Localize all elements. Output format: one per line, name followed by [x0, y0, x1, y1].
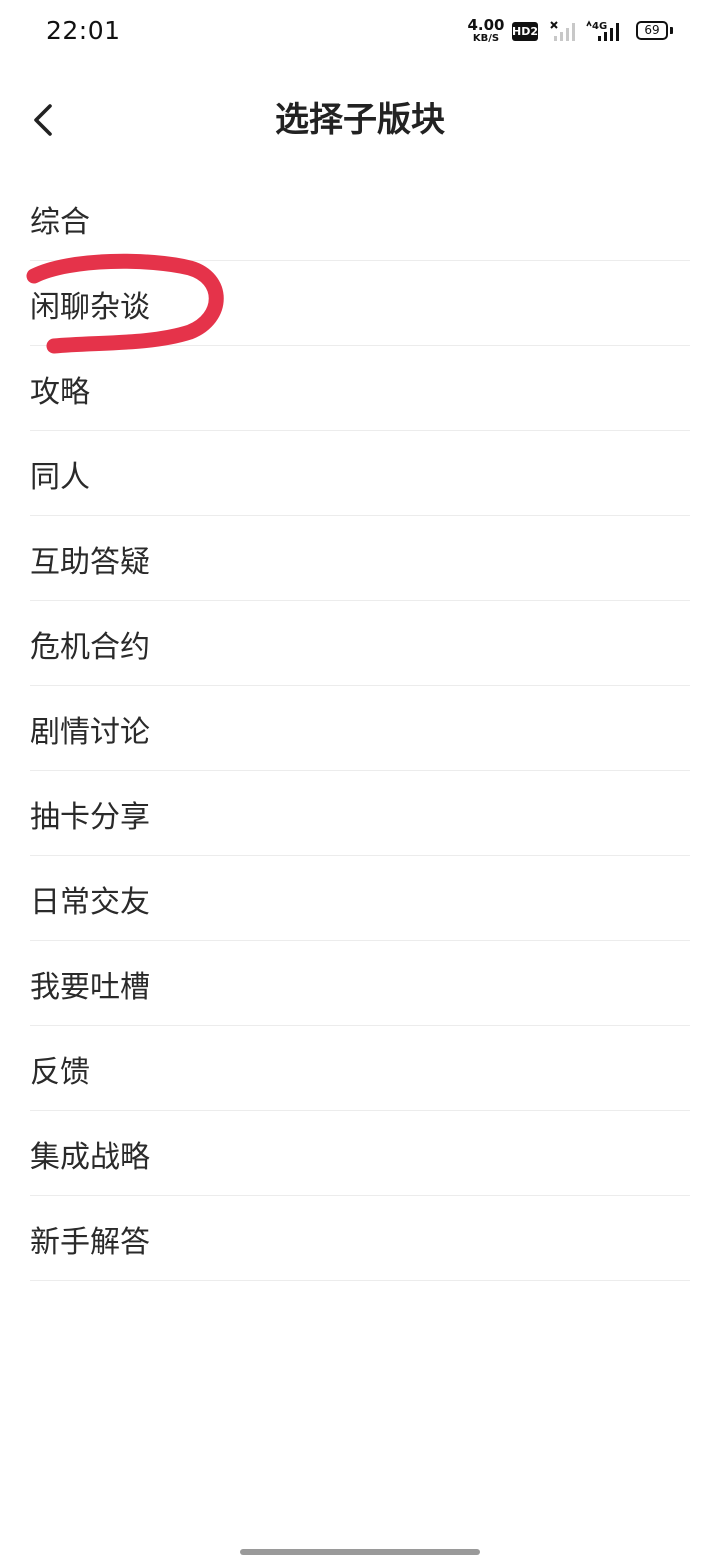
list-item-jicheng[interactable]: 集成战略: [30, 1111, 690, 1196]
list-item-label: 综合: [30, 205, 90, 240]
network-speed: 4.00 KB/S: [466, 18, 506, 44]
list-item-xianliao[interactable]: 闲聊杂谈: [30, 261, 690, 346]
network-type-label: 4G: [592, 21, 607, 32]
status-time: 22:01: [46, 16, 121, 45]
list-item-label: 我要吐槽: [30, 970, 150, 1005]
network-speed-value: 4.00: [467, 16, 505, 34]
list-item-label: 互助答疑: [30, 545, 150, 580]
signal-off-icon: [550, 21, 575, 41]
list-item-label: 新手解答: [30, 1225, 150, 1260]
list-item-huzhu[interactable]: 互助答疑: [30, 516, 690, 601]
list-item-fankui[interactable]: 反馈: [30, 1026, 690, 1111]
list-item-label: 同人: [30, 460, 90, 495]
list-item-zonghe[interactable]: 综合: [30, 176, 690, 261]
list-item-juqing[interactable]: 剧情讨论: [30, 686, 690, 771]
list-item-label: 反馈: [30, 1055, 90, 1090]
back-button[interactable]: [22, 96, 70, 144]
page-title: 选择子版块: [275, 100, 445, 140]
list-item-tongren[interactable]: 同人: [30, 431, 690, 516]
back-arrow-icon: [34, 104, 52, 136]
list-item-xinshou[interactable]: 新手解答: [30, 1196, 690, 1281]
list-item-label: 剧情讨论: [30, 715, 150, 750]
subforum-list: 综合 闲聊杂谈 攻略 同人 互助答疑 危机合约 剧情讨论 抽卡分享 日常交友 我…: [30, 176, 690, 1281]
list-item-label: 攻略: [30, 375, 90, 410]
list-item-weiji[interactable]: 危机合约: [30, 601, 690, 686]
list-item-label: 集成战略: [30, 1140, 150, 1175]
list-item-label: 抽卡分享: [30, 800, 150, 835]
signal-4g-icon: 4G: [586, 20, 619, 41]
hd-voice-icon: HD2: [512, 22, 538, 41]
list-item-tucao[interactable]: 我要吐槽: [30, 941, 690, 1026]
battery-tip: [670, 27, 673, 34]
list-item-label: 危机合约: [30, 630, 150, 665]
header: 选择子版块: [0, 76, 720, 166]
battery-icon: 69: [636, 21, 668, 40]
list-item-richang[interactable]: 日常交友: [30, 856, 690, 941]
list-item-chouka[interactable]: 抽卡分享: [30, 771, 690, 856]
list-item-label: 日常交友: [30, 885, 150, 920]
status-bar: 22:01 4.00 KB/S HD2 4G 69: [0, 0, 720, 64]
list-item-gonglue[interactable]: 攻略: [30, 346, 690, 431]
network-speed-unit: KB/S: [472, 33, 500, 44]
list-item-label: 闲聊杂谈: [30, 290, 150, 325]
home-indicator[interactable]: [240, 1549, 480, 1555]
